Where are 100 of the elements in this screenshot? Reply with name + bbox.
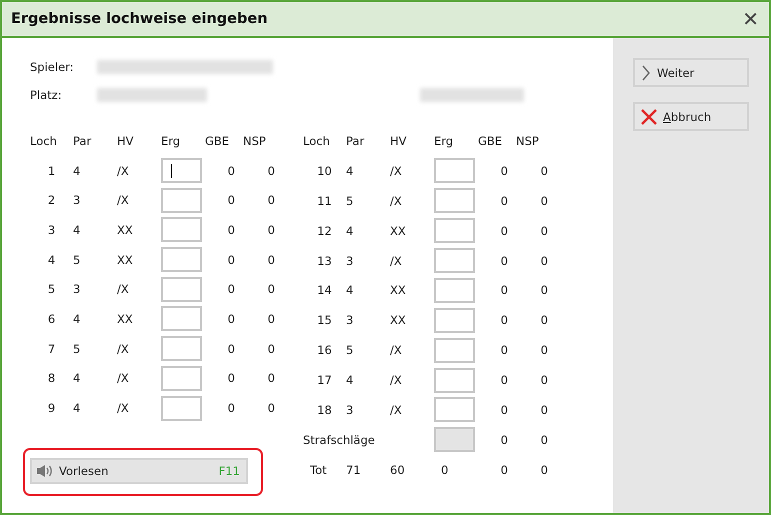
nsp-value: 0 [540,373,548,388]
par-value: 4 [73,222,80,237]
score-input[interactable] [434,368,475,393]
handicap-value: /X [390,343,402,358]
gbe-value: 0 [228,371,235,386]
hole-number: 5 [48,282,56,296]
par-value: 4 [346,164,354,178]
nsp-value: 0 [268,342,275,356]
score-input[interactable] [161,366,202,391]
hole-number: 12 [317,224,332,238]
hole-number: 16 [317,343,332,358]
read-aloud-button[interactable]: Vorlesen F11 [30,458,248,484]
par-value: 4 [346,224,354,238]
par-value: 4 [346,283,354,298]
handicap-value: XX [390,313,406,328]
hole-number: 11 [317,194,332,208]
hole-number: 4 [48,252,56,267]
handicap-value: XX [117,252,133,267]
penalty-label: Strafschläge [303,432,375,447]
handicap-value: /X [390,402,402,417]
column-header: GBE [205,134,230,148]
next-button[interactable]: Weiter [633,58,749,87]
par-value: 5 [346,194,354,208]
score-total: 0 [441,462,448,477]
gbe-value: 0 [500,254,508,268]
handicap-total: 60 [390,462,405,477]
par-value: 4 [73,371,80,386]
gbe-value: 0 [500,373,508,388]
handicap-value: /X [117,164,129,178]
column-header: Par [73,134,92,148]
hole-number: 13 [317,254,332,268]
column-header: GBE [478,134,502,148]
gbe-value: 0 [228,312,235,326]
par-total: 71 [346,462,361,477]
score-input[interactable] [161,158,202,184]
gbe-value: 0 [500,313,508,328]
handicap-value: /X [117,282,129,296]
gbe-value: 0 [500,224,508,238]
column-header: NSP [516,134,539,148]
gbe-value: 0 [228,282,235,296]
par-value: 4 [73,312,80,326]
handicap-value: /X [390,254,402,268]
score-input[interactable] [161,188,202,213]
par-value: 5 [346,343,354,358]
score-input[interactable] [434,248,475,273]
total-label: Tot [310,462,327,477]
nsp-value: 0 [540,313,548,328]
gbe-value: 0 [228,342,235,356]
hole-number: 3 [48,222,56,237]
par-value: 4 [73,401,80,416]
hole-number: 1 [48,164,56,178]
handicap-value: /X [390,373,402,388]
gbe-value: 0 [228,222,235,237]
handicap-value: XX [390,224,406,238]
close-button[interactable]: ✕ [740,7,761,31]
score-input[interactable] [161,306,202,332]
par-value: 5 [73,342,80,356]
score-input[interactable] [161,336,202,362]
gbe-value: 0 [228,401,235,416]
score-input[interactable] [161,276,202,302]
window-title: Ergebnisse lochweise eingeben [11,11,268,27]
nsp-value: 0 [540,432,548,447]
column-header: Par [346,134,364,148]
score-input[interactable] [434,338,475,363]
field-label: Platz: [30,88,63,102]
handicap-value: /X [117,193,129,208]
column-header: Loch [303,134,330,148]
score-input[interactable] [434,158,475,184]
hole-number: 9 [48,401,56,416]
nsp-value: 0 [540,402,548,417]
nsp-value: 0 [268,282,275,296]
hole-number: 7 [48,342,56,356]
column-header: NSP [243,134,266,148]
nsp-value: 0 [268,222,275,237]
gbe-value: 0 [228,164,235,178]
column-header: Erg [161,134,180,148]
nsp-value: 0 [540,254,548,268]
nsp-value: 0 [268,193,275,208]
nsp-value: 0 [540,283,548,298]
gbe-value: 0 [500,194,508,208]
hole-number: 10 [317,164,332,178]
speaker-icon [36,464,53,478]
score-input[interactable] [434,218,475,244]
score-input[interactable] [161,396,202,421]
gbe-value: 0 [228,252,235,267]
column-header: HV [390,134,407,148]
score-input[interactable] [161,247,202,272]
hole-number: 15 [317,313,332,328]
score-input[interactable] [434,397,475,422]
gbe-value: 0 [228,193,235,208]
handicap-value: /X [117,401,129,416]
score-input[interactable] [434,188,475,214]
column-header: Loch [30,134,57,148]
par-value: 3 [73,193,80,208]
nsp-value: 0 [540,343,548,358]
cancel-button[interactable]: Abbruch [633,102,749,131]
score-input[interactable] [434,278,475,303]
score-input[interactable] [434,308,475,333]
chevron-right-icon [641,64,651,80]
score-input[interactable] [161,217,202,242]
